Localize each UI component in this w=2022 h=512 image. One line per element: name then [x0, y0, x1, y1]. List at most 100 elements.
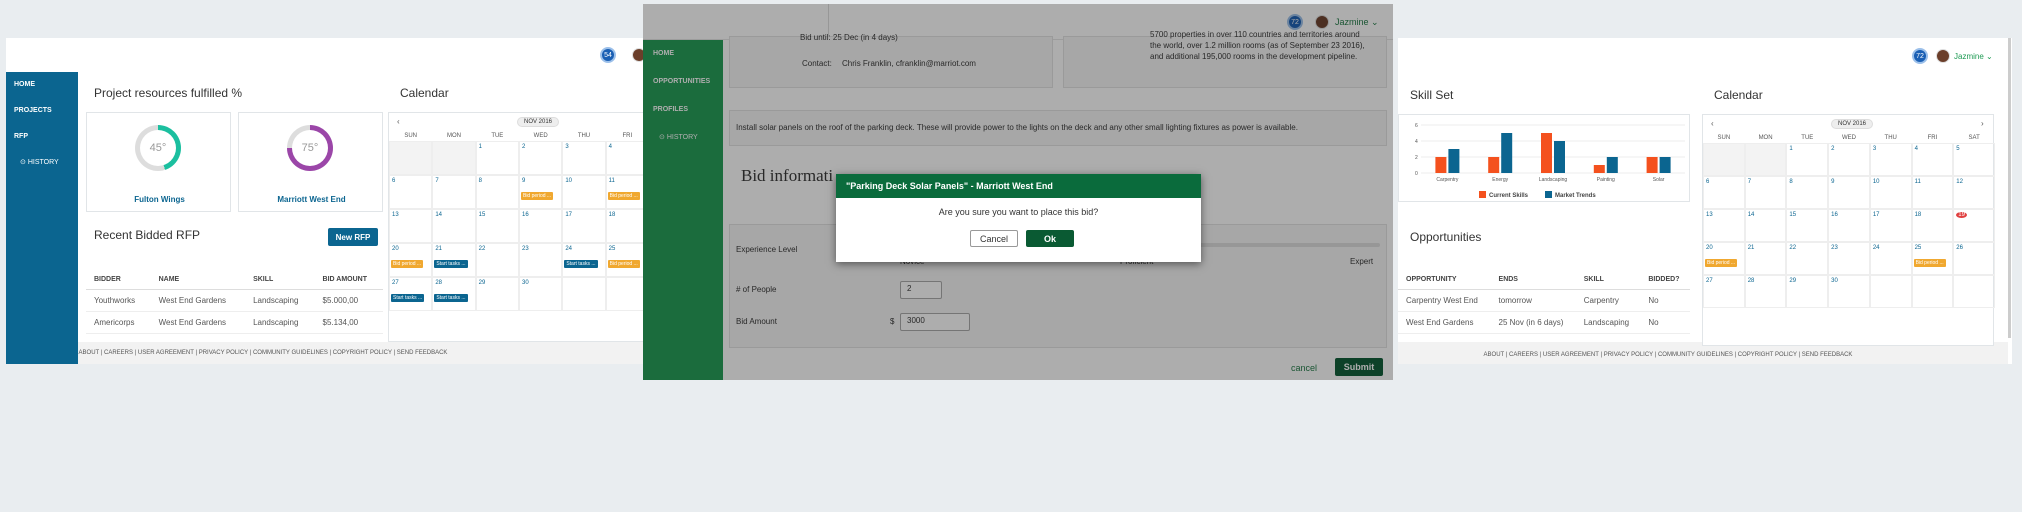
calendar-day[interactable]: 3 — [562, 141, 606, 175]
calendar-day[interactable]: 8 — [475, 175, 519, 209]
calendar-day[interactable] — [1703, 143, 1745, 176]
calendar-day[interactable]: 23 — [1828, 242, 1870, 275]
calendar-day[interactable]: 16 — [1828, 209, 1870, 242]
table-row[interactable]: Americorps West End Gardens Landscaping … — [86, 311, 383, 334]
table-row[interactable]: Carpentry West End tomorrow Carpentry No — [1398, 289, 1690, 312]
dialog-cancel-button[interactable]: Cancel — [970, 230, 1018, 247]
notifications[interactable]: 72 — [1912, 48, 1928, 64]
calendar-day[interactable]: 7 — [432, 175, 476, 209]
calendar-day[interactable]: 30 — [1828, 275, 1870, 308]
calendar-day[interactable]: 17 — [562, 209, 606, 243]
calendar-day[interactable]: 6 — [1703, 176, 1745, 209]
calendar-day[interactable]: 24 Start tasks ... — [562, 243, 606, 277]
calendar-day[interactable]: 11 Bid period ... — [605, 175, 646, 209]
calendar-day[interactable]: 2 — [518, 141, 563, 175]
calendar-day[interactable]: 11 — [1911, 176, 1954, 209]
start-tasks-event[interactable]: Start tasks ... — [434, 294, 468, 302]
calendar-day[interactable]: 28 — [1744, 275, 1787, 308]
calendar-day[interactable] — [1869, 275, 1912, 308]
bid-period-event[interactable]: Bid period ... — [607, 260, 640, 268]
calendar-day[interactable]: 27 — [1703, 275, 1745, 308]
calendar-day[interactable] — [605, 277, 646, 311]
calendar-day[interactable]: 10 — [1869, 176, 1912, 209]
avatar[interactable] — [1936, 49, 1950, 63]
calendar-day[interactable] — [1953, 275, 1995, 308]
prev-month-icon[interactable]: ‹ — [1711, 119, 1714, 128]
calendar-day[interactable]: 16 — [518, 209, 563, 243]
calendar-day[interactable]: 23 — [518, 243, 563, 277]
calendar-day[interactable]: 24 — [1869, 242, 1912, 275]
calendar-day[interactable]: 8 — [1786, 176, 1829, 209]
notification-badge[interactable]: 72 — [1912, 48, 1928, 64]
sidebar-item-rfp[interactable]: RFP — [6, 124, 78, 150]
bid-period-event[interactable]: Bid period ... — [1913, 259, 1946, 267]
calendar-day[interactable]: 15 — [1786, 209, 1829, 242]
notification-badge[interactable]: 54 — [600, 47, 616, 63]
calendar-day[interactable] — [562, 277, 606, 311]
bid-period-event[interactable]: Bid period ... — [607, 192, 640, 200]
calendar-day[interactable]: 18 — [605, 209, 646, 243]
calendar-day[interactable]: 14 — [432, 209, 476, 243]
cell-name-link[interactable]: West End Gardens — [150, 289, 246, 312]
calendar-day[interactable]: 7 — [1744, 176, 1787, 209]
start-tasks-event[interactable]: Start tasks ... — [391, 294, 425, 302]
prev-month-icon[interactable]: ‹ — [397, 117, 400, 126]
calendar-day[interactable]: 4 — [605, 141, 646, 175]
calendar-day[interactable]: 9 — [1828, 176, 1870, 209]
calendar-day[interactable]: 30 — [518, 277, 563, 311]
calendar-day[interactable] — [389, 141, 433, 175]
calendar-day[interactable]: 19 — [1953, 209, 1995, 242]
sidebar-item-projects[interactable]: PROJECTS — [6, 98, 78, 124]
resource-card-1[interactable]: 45° Fulton Wings — [86, 112, 231, 212]
calendar-day[interactable]: 5 — [1953, 143, 1995, 176]
calendar-day[interactable]: 3 — [1869, 143, 1912, 176]
calendar-day[interactable] — [1744, 143, 1787, 176]
table-row[interactable]: West End Gardens 25 Nov (in 6 days) Land… — [1398, 311, 1690, 334]
cell-opportunity-link[interactable]: West End Gardens — [1398, 311, 1491, 334]
calendar-day[interactable]: 22 — [475, 243, 519, 277]
footer-links[interactable]: ABOUT | CAREERS | USER AGREEMENT | PRIVA… — [78, 350, 448, 356]
calendar-day[interactable]: 1 — [1786, 143, 1829, 176]
calendar-day[interactable]: 22 — [1786, 242, 1829, 275]
top-badge[interactable]: 54 — [600, 47, 616, 63]
calendar-day[interactable]: 25 Bid period ... — [605, 243, 646, 277]
calendar-day[interactable]: 2 — [1828, 143, 1870, 176]
calendar-day[interactable]: 4 — [1911, 143, 1954, 176]
calendar-day[interactable]: 25 Bid period ... — [1911, 242, 1954, 275]
calendar-day[interactable]: 21 Start tasks ... — [432, 243, 476, 277]
calendar-day[interactable]: 14 — [1744, 209, 1787, 242]
next-month-icon[interactable]: › — [1981, 119, 1984, 128]
user-menu[interactable]: Jazmine ⌄ — [1954, 52, 1993, 61]
calendar-day[interactable] — [432, 141, 476, 175]
calendar-day[interactable]: 28 Start tasks ... — [432, 277, 476, 311]
dialog-ok-button[interactable]: Ok — [1026, 230, 1074, 247]
calendar-day[interactable]: 13 — [1703, 209, 1745, 242]
bid-period-event[interactable]: Bid period ... — [520, 192, 554, 200]
start-tasks-event[interactable]: Start tasks ... — [564, 260, 598, 268]
calendar-day[interactable]: 15 — [475, 209, 519, 243]
calendar-day[interactable]: 9 Bid period ... — [518, 175, 563, 209]
cell-name-link[interactable]: West End Gardens — [150, 311, 246, 334]
scrollbar[interactable] — [2008, 38, 2011, 338]
calendar-day[interactable]: 20 Bid period ... — [389, 243, 433, 277]
cell-opportunity-link[interactable]: Carpentry West End — [1398, 289, 1491, 312]
calendar-day[interactable]: 29 — [1786, 275, 1829, 308]
calendar-day[interactable]: 29 — [475, 277, 519, 311]
start-tasks-event[interactable]: Start tasks ... — [434, 260, 468, 268]
calendar-day[interactable]: 27 Start tasks ... — [389, 277, 433, 311]
calendar-day[interactable]: 20 Bid period ... — [1703, 242, 1745, 275]
calendar-day[interactable]: 12 — [1953, 176, 1995, 209]
calendar-day[interactable]: 17 — [1869, 209, 1912, 242]
calendar-day[interactable]: 1 — [475, 141, 519, 175]
calendar-day[interactable]: 18 — [1911, 209, 1954, 242]
new-rfp-button[interactable]: New RFP — [328, 228, 378, 246]
calendar-day[interactable]: 26 — [1953, 242, 1995, 275]
bid-period-event[interactable]: Bid period ... — [1705, 259, 1738, 267]
sidebar-item-history[interactable]: ⊙ History — [6, 150, 78, 176]
calendar-day[interactable]: 6 — [389, 175, 433, 209]
resource-card-2[interactable]: 75° Marriott West End — [238, 112, 383, 212]
calendar-day[interactable]: 10 — [562, 175, 606, 209]
sidebar-item-home[interactable]: HOME — [6, 72, 78, 98]
calendar-day[interactable]: 13 — [389, 209, 433, 243]
calendar-day[interactable]: 21 — [1744, 242, 1787, 275]
